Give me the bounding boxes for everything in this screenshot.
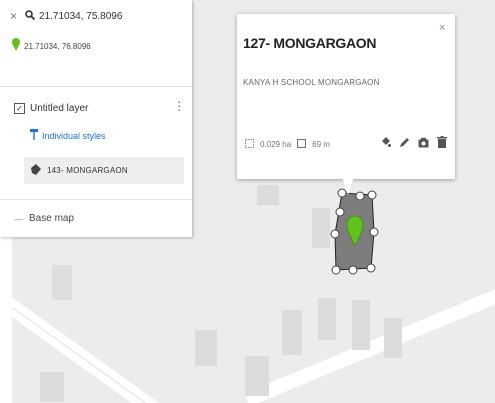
popup-description: KANYA H SCHOOL MONGARGAON: [243, 78, 380, 87]
divider: [0, 86, 192, 87]
vertex-handle[interactable]: [348, 265, 358, 275]
layer-options-icon[interactable]: · · ·: [177, 95, 181, 116]
result-coordinates: 21.71034, 76.8096: [24, 41, 91, 51]
paint-style-icon[interactable]: [380, 136, 391, 151]
building: [352, 300, 370, 350]
building: [195, 330, 217, 366]
base-map-row[interactable]: — Base map: [14, 213, 74, 224]
search-result[interactable]: 21.71034, 76.8096: [12, 38, 91, 54]
building: [245, 356, 269, 396]
building: [257, 185, 279, 205]
layer-header: ✓ Untitled layer: [14, 103, 88, 114]
building: [52, 265, 72, 300]
building: [40, 372, 64, 402]
popup-pointer: [342, 177, 354, 195]
layer-visibility-checkbox[interactable]: ✓: [14, 103, 25, 114]
delete-trash-icon[interactable]: [437, 136, 447, 151]
road: [12, 297, 160, 403]
building: [318, 298, 336, 340]
vertex-handle[interactable]: [369, 227, 379, 237]
popup-measurements: 0.029 ha 69 m: [245, 138, 330, 150]
individual-styles-link[interactable]: Individual styles: [42, 131, 106, 141]
search-icon: [25, 9, 36, 23]
close-popup-icon[interactable]: ×: [439, 22, 445, 34]
search-row: × 21.71034, 75.8096: [10, 9, 122, 23]
feature-list-item[interactable]: 143- MONGARGAON: [24, 157, 184, 184]
styles-row[interactable]: Individual styles: [30, 129, 106, 143]
layer-name[interactable]: Untitled layer: [30, 103, 88, 114]
paint-roller-icon: [30, 129, 38, 143]
green-pin-icon: [12, 38, 20, 54]
divider: [0, 199, 192, 200]
vertex-handle[interactable]: [331, 265, 341, 275]
vertex-handle[interactable]: [355, 191, 365, 201]
edit-pencil-icon[interactable]: [399, 137, 410, 151]
perimeter-value: 69 m: [312, 140, 330, 149]
vertex-handle[interactable]: [366, 263, 376, 273]
vertex-handle[interactable]: [335, 207, 345, 217]
popup-title: 127- MONGARGAON: [243, 35, 377, 51]
popup-toolbar: [380, 136, 447, 151]
area-icon: [245, 139, 254, 150]
building: [282, 310, 302, 355]
clear-search-icon[interactable]: ×: [10, 9, 17, 23]
vertex-handle[interactable]: [367, 190, 377, 200]
search-query[interactable]: 21.71034, 75.8096: [39, 11, 122, 22]
polygon-icon: [30, 163, 41, 178]
area-value: 0.029 ha: [260, 140, 292, 149]
perimeter-icon: [297, 138, 307, 150]
camera-icon[interactable]: [418, 137, 429, 151]
vertex-handle[interactable]: [330, 229, 340, 239]
building: [384, 318, 402, 358]
base-map-label: Base map: [29, 213, 75, 224]
collapse-icon: —: [14, 213, 23, 224]
feature-name: 143- MONGARGAON: [47, 166, 128, 175]
layers-panel: × 21.71034, 75.8096 21.71034, 76.8096 ✓ …: [0, 0, 192, 237]
building: [312, 208, 330, 248]
